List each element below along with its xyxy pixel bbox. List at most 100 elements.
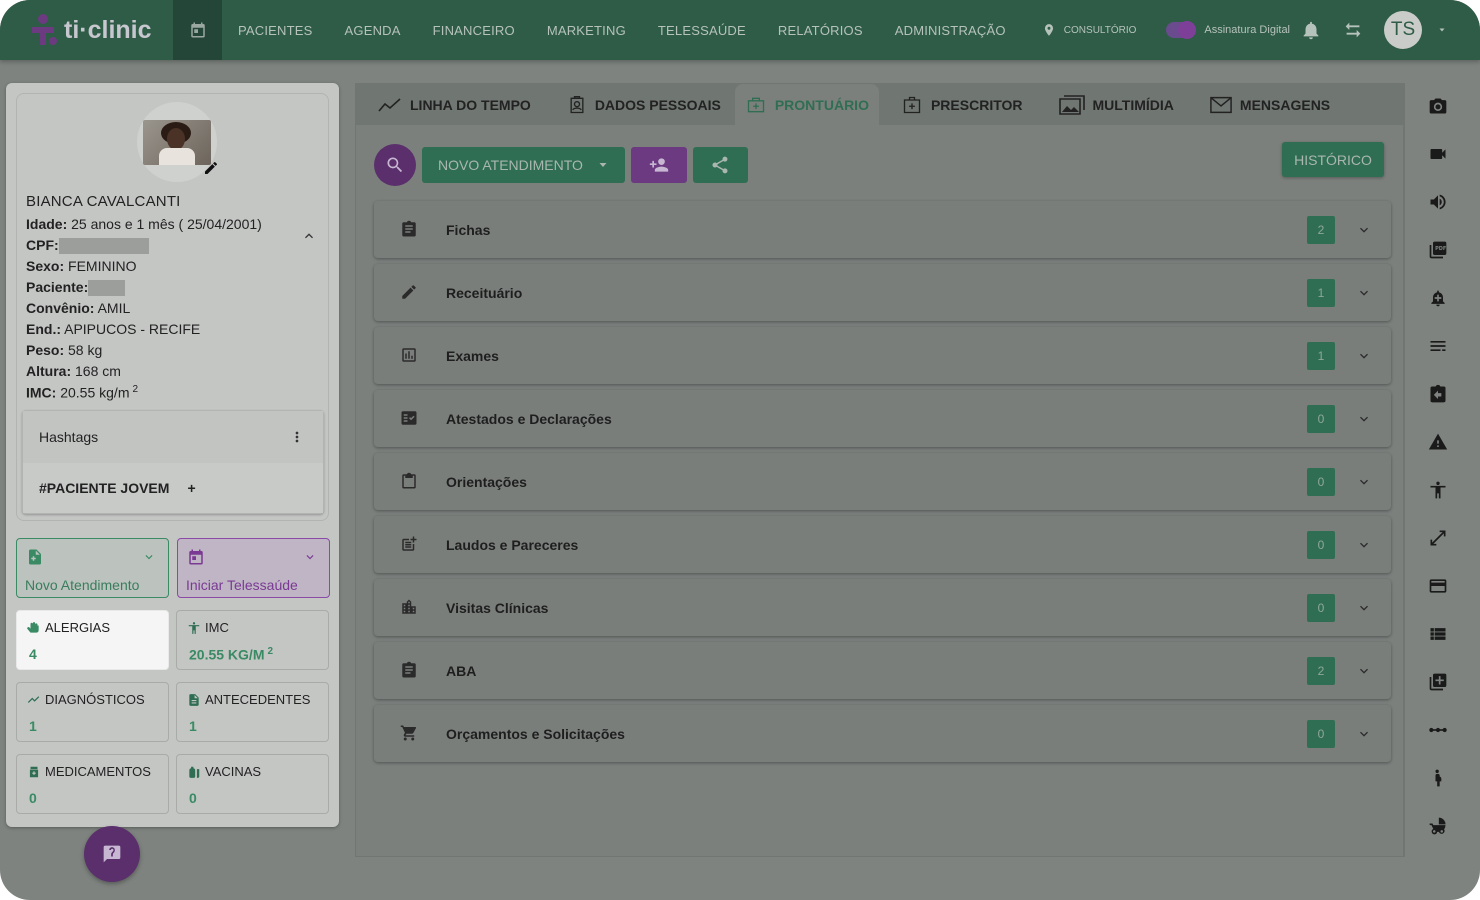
chevron-down-icon[interactable]	[1356, 474, 1372, 490]
volume-icon[interactable]	[1427, 191, 1449, 213]
section-count-badge: 1	[1307, 342, 1335, 370]
nav-pacientes[interactable]: PACIENTES	[238, 23, 313, 38]
help-button[interactable]	[84, 826, 140, 882]
section-guidelines[interactable]: Orientações 0	[374, 453, 1391, 510]
warning-icon[interactable]	[1427, 431, 1449, 453]
section-count-badge: 0	[1307, 405, 1335, 433]
chevron-up-icon[interactable]	[301, 228, 317, 244]
image-gallery-icon	[1058, 94, 1085, 115]
svg-text:PDF: PDF	[1435, 246, 1446, 252]
patient-info-box: BIANCA CAVALCANTI Idade: 25 anos e 1 mês…	[16, 93, 329, 521]
chevron-down-icon[interactable]	[1436, 24, 1448, 36]
search-button[interactable]	[374, 144, 416, 186]
section-certificates[interactable]: Atestados e Declarações 0	[374, 390, 1391, 447]
edit-photo-pencil-icon[interactable]	[203, 160, 219, 176]
chevron-down-icon[interactable]	[1356, 537, 1372, 553]
chevron-down-icon[interactable]	[1356, 411, 1372, 427]
pencil-icon	[402, 285, 416, 299]
pdf-icon[interactable]: PDF	[1427, 239, 1449, 261]
patient-sex-row: Sexo: FEMININO	[26, 258, 137, 274]
camera-icon[interactable]	[1427, 95, 1449, 117]
hashtag-chip[interactable]: #PACIENTE JOVEM	[39, 480, 169, 496]
tab-medical-record[interactable]: PRONTUÁRIO	[734, 84, 879, 125]
chevron-down-icon[interactable]	[1356, 600, 1372, 616]
stat-vaccines[interactable]: VACINAS 0	[176, 754, 329, 814]
stat-medications[interactable]: MEDICAMENTOS 0	[16, 754, 169, 814]
chevron-down-icon[interactable]	[1356, 222, 1372, 238]
section-prescriptions[interactable]: Receituário 1	[374, 264, 1391, 321]
nav-administracao[interactable]: ADMINISTRAÇÃO	[895, 23, 1006, 38]
linear-scale-icon[interactable]	[1427, 719, 1449, 741]
nav-financeiro[interactable]: FINANCEIRO	[433, 23, 515, 38]
location-selector[interactable]: CONSULTÓRIO	[1042, 22, 1136, 38]
envelope-icon	[1210, 96, 1232, 113]
nav-agenda[interactable]: AGENDA	[345, 23, 401, 38]
tab-messages[interactable]: MENSAGENS	[1188, 84, 1344, 125]
digital-signature-toggle[interactable]	[1166, 21, 1197, 39]
section-count-badge: 1	[1307, 279, 1335, 307]
section-quotes[interactable]: Orçamentos e Solicitações 0	[374, 705, 1391, 762]
stroller-icon[interactable]	[1427, 815, 1449, 837]
credit-card-icon[interactable]	[1427, 575, 1449, 597]
brand-logo[interactable]: ti·clinic	[0, 0, 173, 60]
calendar-button[interactable]	[173, 0, 222, 60]
add-participant-button[interactable]	[630, 147, 687, 183]
trending-icon	[27, 695, 40, 703]
user-avatar[interactable]: TS	[1384, 11, 1422, 49]
cpf-redacted	[58, 238, 149, 255]
patient-bmi-row: IMC: 20.55 kg/m 2	[26, 384, 139, 401]
section-clinical-visits[interactable]: Visitas Clínicas 0	[374, 579, 1391, 636]
expand-icon[interactable]	[1427, 527, 1449, 549]
history-button[interactable]: HISTÓRICO	[1282, 142, 1384, 177]
bell-icon[interactable]	[1300, 19, 1322, 41]
section-reports[interactable]: Laudos e Pareceres 0	[374, 516, 1391, 573]
library-add-icon[interactable]	[1427, 671, 1449, 693]
stat-bmi[interactable]: IMC 20.55 KG/M 2	[176, 610, 329, 670]
chevron-down-icon[interactable]	[1356, 285, 1372, 301]
chevron-down-icon[interactable]	[1356, 663, 1372, 679]
swap-icon[interactable]	[1342, 19, 1364, 41]
alarm-add-icon[interactable]	[1427, 287, 1449, 309]
clipboard-outline-icon	[402, 472, 416, 489]
right-tool-rail: PDF	[1404, 83, 1470, 857]
section-aba[interactable]: ABA 2	[374, 642, 1391, 699]
stat-allergies[interactable]: ALERGIAS 4	[16, 610, 169, 670]
tab-prescriber[interactable]: PRESCRITOR	[879, 84, 1037, 125]
calendar-icon	[190, 22, 205, 38]
section-exams[interactable]: Exames 1	[374, 327, 1391, 384]
chevron-down-icon[interactable]	[1356, 726, 1372, 742]
section-forms[interactable]: Fichas 2	[374, 201, 1391, 258]
caret-down-icon	[599, 163, 607, 167]
person-icon	[188, 621, 200, 634]
new-appointment-dropdown[interactable]: NOVO ATENDIMENTO	[422, 147, 625, 183]
stat-diagnoses[interactable]: DIAGNÓSTICOS 1	[16, 682, 169, 742]
share-button[interactable]	[692, 147, 748, 183]
chevron-down-icon[interactable]	[1356, 348, 1372, 364]
start-telehealth-tile[interactable]: Iniciar Telessaúde	[177, 538, 330, 598]
nav-relatorios[interactable]: RELATÓRIOS	[778, 23, 863, 38]
patient-insurance-row: Convênio: AMIL	[26, 300, 131, 316]
section-count-badge: 2	[1307, 657, 1335, 685]
view-list-icon[interactable]	[1427, 623, 1449, 645]
clipboard-icon	[402, 661, 416, 678]
pregnant-icon[interactable]	[1427, 767, 1449, 789]
assignment-return-icon[interactable]	[1427, 383, 1449, 405]
patient-photo	[143, 119, 211, 165]
accessibility-icon[interactable]	[1427, 479, 1449, 501]
stat-history[interactable]: ANTECEDENTES 1	[176, 682, 329, 742]
more-vert-icon[interactable]	[289, 429, 305, 445]
list-icon[interactable]	[1427, 335, 1449, 357]
start-telehealth-label: Iniciar Telessaúde	[186, 577, 298, 593]
nav-right: CONSULTÓRIO Assinatura Digital TS	[1042, 0, 1480, 60]
tab-timeline[interactable]: LINHA DO TEMPO	[356, 84, 545, 125]
nav-marketing[interactable]: MARKETING	[547, 23, 626, 38]
stat-history-value: 1	[189, 718, 197, 734]
nav-telessaude[interactable]: TELESSAÚDE	[658, 23, 746, 38]
person-add-icon	[649, 158, 669, 172]
add-hashtag-button[interactable]: +	[187, 480, 195, 496]
app-window: ti·clinic PACIENTES AGENDA FINANCEIRO MA…	[0, 0, 1480, 900]
new-appointment-tile[interactable]: Novo Atendimento	[16, 538, 169, 598]
tab-multimedia[interactable]: MULTIMÍDIA	[1037, 84, 1188, 125]
video-icon[interactable]	[1427, 143, 1449, 165]
tab-personal-data[interactable]: DADOS PESSOAIS	[545, 84, 735, 125]
